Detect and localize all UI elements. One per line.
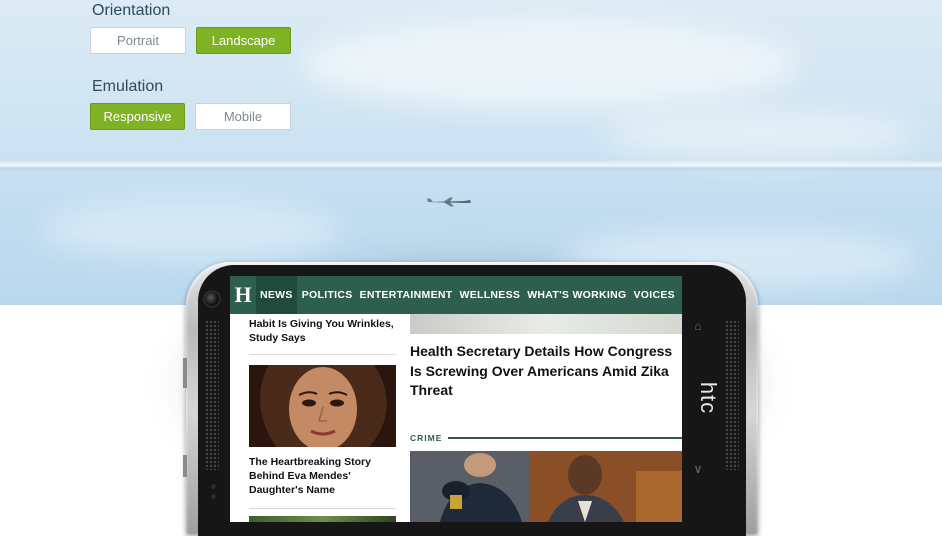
- volume-key: [183, 358, 187, 388]
- divider: [249, 354, 396, 355]
- cloud: [600, 110, 920, 160]
- cloud: [300, 20, 800, 110]
- home-soft-icon[interactable]: ⌂: [690, 318, 706, 334]
- speaker-grille-right: [725, 320, 739, 470]
- htc-logo: htc: [696, 381, 722, 415]
- article-wrinkles[interactable]: Habit Is Giving You Wrinkles, Study Says: [249, 317, 396, 345]
- orientation-label: Orientation: [92, 2, 171, 19]
- section-rule: [448, 437, 682, 439]
- nav-item-label: NEWS: [260, 289, 293, 301]
- mobile-button[interactable]: Mobile: [195, 103, 291, 130]
- back-soft-icon[interactable]: ∨: [690, 461, 706, 477]
- airplane-icon: [427, 197, 471, 207]
- portrait-button[interactable]: Portrait: [90, 27, 186, 54]
- nav-item-news[interactable]: NEWS: [256, 276, 297, 314]
- sensor-dot: [211, 484, 216, 489]
- site-nav-bar: H NEWS POLITICS ENTERTAINMENT WELLNESS W…: [230, 276, 682, 314]
- nav-item-voices[interactable]: VOICES: [633, 289, 674, 301]
- portrait-image: [249, 365, 396, 447]
- article-image[interactable]: [249, 516, 396, 522]
- responsive-button[interactable]: Responsive: [90, 103, 185, 130]
- main-headline[interactable]: Health Secretary Details How Congress Is…: [410, 342, 674, 401]
- divider: [249, 508, 396, 509]
- power-key: [183, 455, 187, 477]
- speaker-grille-left: [205, 320, 219, 470]
- nav-item-whats-working[interactable]: WHAT'S WORKING: [527, 289, 626, 301]
- landscape-button[interactable]: Landscape: [196, 27, 291, 54]
- article-title: The Heartbreaking Story Behind Eva Mende…: [249, 456, 371, 496]
- nav-item-politics[interactable]: POLITICS: [302, 289, 353, 301]
- phone-screen[interactable]: H NEWS POLITICS ENTERTAINMENT WELLNESS W…: [230, 276, 682, 522]
- divider: [0, 160, 942, 172]
- nav-item-wellness[interactable]: WELLNESS: [459, 289, 520, 301]
- front-camera: [203, 290, 221, 308]
- news-photo: [410, 451, 682, 522]
- article-image-eva-mendes[interactable]: [249, 365, 396, 447]
- section-header-crime: CRIME: [410, 432, 682, 444]
- article-image[interactable]: [410, 314, 682, 334]
- section-label[interactable]: CRIME: [410, 433, 442, 443]
- crime-article-image[interactable]: [410, 451, 682, 522]
- site-logo[interactable]: H: [230, 276, 256, 314]
- article-eva-mendes[interactable]: The Heartbreaking Story Behind Eva Mende…: [249, 455, 396, 497]
- nav-item-entertainment[interactable]: ENTERTAINMENT: [360, 289, 453, 301]
- emulation-label: Emulation: [92, 78, 164, 95]
- article-title: Habit Is Giving You Wrinkles, Study Says: [249, 318, 394, 344]
- sensor-dot: [211, 494, 216, 499]
